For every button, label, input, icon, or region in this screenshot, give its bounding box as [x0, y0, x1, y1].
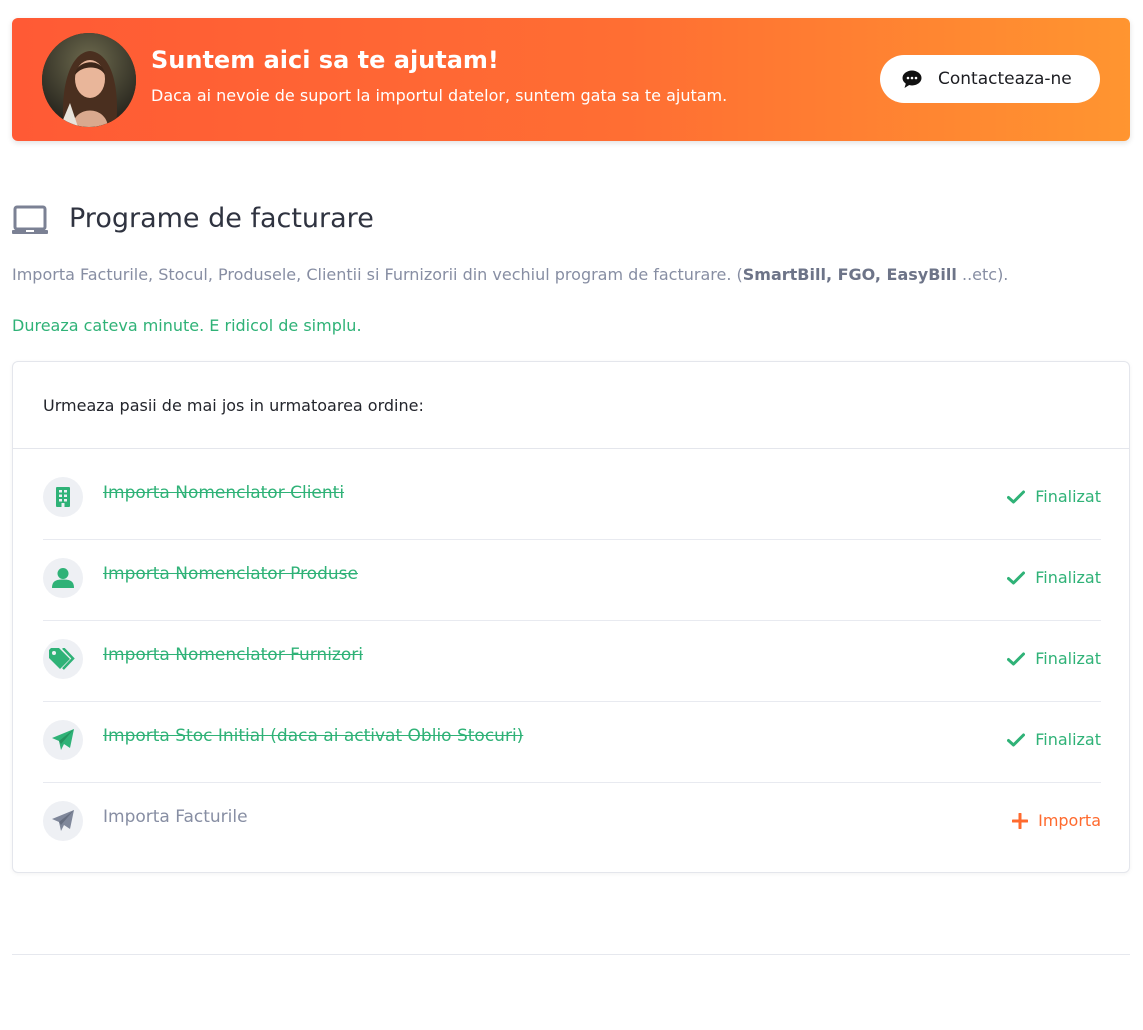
- banner-title: Suntem aici sa te ajutam!: [151, 46, 499, 74]
- paper-plane-icon: [43, 720, 83, 760]
- step-label[interactable]: Importa Nomenclator Furnizori: [103, 645, 363, 665]
- user-icon: [43, 558, 83, 598]
- step-label[interactable]: Importa Nomenclator Clienti: [103, 483, 344, 503]
- description-prefix: Importa Facturile, Stocul, Produsele, Cl…: [12, 265, 743, 284]
- steps-card: Urmeaza pasii de mai jos in urmatoarea o…: [12, 361, 1130, 873]
- contact-button[interactable]: Contacteaza-ne: [880, 55, 1100, 103]
- plus-icon: [1012, 812, 1029, 829]
- card-header: Urmeaza pasii de mai jos in urmatoarea o…: [13, 362, 1129, 449]
- tags-icon: [43, 639, 83, 679]
- import-button[interactable]: Importa: [1012, 811, 1101, 830]
- step-status: Finalizat: [1007, 568, 1101, 587]
- check-icon: [1007, 733, 1026, 746]
- paper-plane-icon: [43, 801, 83, 841]
- step-import-products: Importa Nomenclator Produse Finalizat: [43, 540, 1101, 621]
- step-status: Finalizat: [1007, 487, 1101, 506]
- step-status-label: Finalizat: [1035, 730, 1101, 749]
- step-import-initial-stock: Importa Stoc Initial (daca ai activat Ob…: [43, 702, 1101, 783]
- section-description: Importa Facturile, Stocul, Produsele, Cl…: [12, 265, 1008, 284]
- step-status: Finalizat: [1007, 730, 1101, 749]
- section-note: Dureaza cateva minute. E ridicol de simp…: [12, 316, 362, 335]
- step-label[interactable]: Importa Facturile: [103, 807, 248, 827]
- banner-subtitle: Daca ai nevoie de suport la importul dat…: [151, 86, 728, 105]
- divider: [12, 954, 1130, 955]
- laptop-icon: [12, 204, 48, 236]
- check-icon: [1007, 652, 1026, 665]
- check-icon: [1007, 571, 1026, 584]
- description-suffix: ..etc).: [956, 265, 1009, 284]
- page-title: Programe de facturare: [69, 203, 374, 234]
- step-status-label: Finalizat: [1035, 649, 1101, 668]
- step-import-clients: Importa Nomenclator Clienti Finalizat: [43, 459, 1101, 540]
- chat-bubble-icon: [902, 69, 922, 89]
- contact-button-label: Contacteaza-ne: [938, 69, 1072, 89]
- description-bold-programs: SmartBill, FGO, EasyBill: [742, 265, 957, 284]
- building-icon: [43, 477, 83, 517]
- step-import-invoices: Importa Facturile Importa: [43, 783, 1101, 864]
- step-label[interactable]: Importa Nomenclator Produse: [103, 564, 358, 584]
- step-label[interactable]: Importa Stoc Initial (daca ai activat Ob…: [103, 726, 523, 746]
- import-button-label: Importa: [1038, 811, 1101, 830]
- step-status-label: Finalizat: [1035, 487, 1101, 506]
- avatar: [42, 33, 136, 127]
- support-banner: Suntem aici sa te ajutam! Daca ai nevoie…: [12, 18, 1130, 141]
- step-status-label: Finalizat: [1035, 568, 1101, 587]
- step-import-suppliers: Importa Nomenclator Furnizori Finalizat: [43, 621, 1101, 702]
- step-status: Finalizat: [1007, 649, 1101, 668]
- check-icon: [1007, 490, 1026, 503]
